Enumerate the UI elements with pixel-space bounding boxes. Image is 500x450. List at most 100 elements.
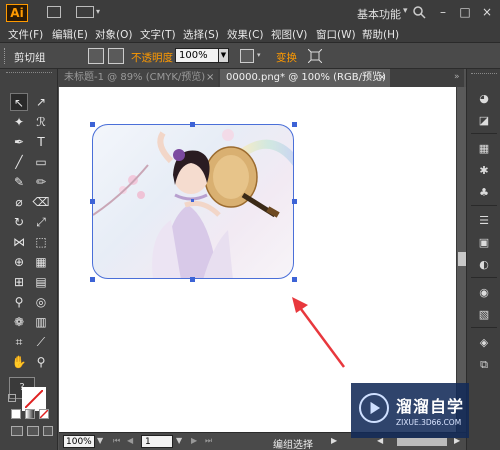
zoom-input[interactable]: 100%: [63, 435, 95, 448]
bounding-handle[interactable]: [90, 122, 95, 127]
maximize-button[interactable]: □: [454, 2, 476, 22]
screen-mode-icon[interactable]: [43, 426, 53, 436]
panel-grip-icon[interactable]: [471, 73, 497, 76]
brushes-panel-icon[interactable]: ✱: [475, 163, 493, 179]
bounding-handle[interactable]: [90, 199, 95, 204]
default-colors-icon[interactable]: [8, 394, 16, 402]
scale-tool-icon[interactable]: ⤢: [32, 213, 50, 231]
column-graph-tool-icon[interactable]: ▥: [32, 313, 50, 331]
opacity-label[interactable]: 不透明度: [131, 50, 173, 65]
last-artboard-icon[interactable]: ⏭: [205, 436, 212, 446]
gradient-tool-icon[interactable]: ▤: [32, 273, 50, 291]
menu-effect[interactable]: 效果(C): [227, 27, 264, 42]
width-tool-icon[interactable]: ⋈: [10, 233, 28, 251]
mesh-tool-icon[interactable]: ⊞: [10, 273, 28, 291]
status-menu-arrow-icon[interactable]: ▶: [331, 436, 337, 445]
line-tool-icon[interactable]: ╱: [10, 153, 28, 171]
free-transform-tool-icon[interactable]: ⬚: [32, 233, 50, 251]
lasso-tool-icon[interactable]: ℛ: [32, 113, 50, 131]
chevron-down-icon[interactable]: ▾: [257, 51, 261, 59]
close-icon[interactable]: ×: [378, 69, 386, 87]
symbol-sprayer-tool-icon[interactable]: ❁: [10, 313, 28, 331]
shape-builder-tool-icon[interactable]: ⊕: [10, 253, 28, 271]
close-button[interactable]: ×: [476, 2, 498, 22]
color-panel-icon[interactable]: ◕: [475, 91, 493, 107]
chevron-down-icon[interactable]: ▼: [176, 436, 182, 445]
perspective-grid-tool-icon[interactable]: ▦: [32, 253, 50, 271]
appearance-panel-icon[interactable]: ◉: [475, 285, 493, 301]
hand-tool-icon[interactable]: ✋: [10, 353, 28, 371]
slice-tool-icon[interactable]: ⟋: [32, 333, 50, 351]
stroke-color-swatch[interactable]: [22, 387, 46, 411]
gradient-mode-icon[interactable]: [25, 409, 35, 419]
eraser-tool-icon[interactable]: ⌫: [32, 193, 50, 211]
blend-tool-icon[interactable]: ◎: [32, 293, 50, 311]
workspace-switcher[interactable]: 基本功能: [357, 6, 401, 22]
menu-help[interactable]: 帮助(H): [362, 27, 399, 42]
edit-contents-icon[interactable]: [108, 48, 124, 64]
rotate-tool-icon[interactable]: ↻: [10, 213, 28, 231]
previous-artboard-icon[interactable]: ◀: [127, 436, 133, 445]
artboard-tool-icon[interactable]: ⌗: [10, 333, 28, 351]
menu-edit[interactable]: 编辑(E): [52, 27, 88, 42]
paintbrush-tool-icon[interactable]: ✎: [10, 173, 28, 191]
transform-link[interactable]: 变换: [276, 50, 297, 65]
draw-normal-icon[interactable]: [11, 426, 23, 436]
gradient-panel-icon[interactable]: ▣: [475, 235, 493, 251]
edit-clipping-path-icon[interactable]: [88, 48, 104, 64]
vertical-scrollbar[interactable]: [456, 87, 466, 432]
first-artboard-icon[interactable]: ⏮: [113, 436, 120, 446]
blob-brush-tool-icon[interactable]: ⌀: [10, 193, 28, 211]
color-mode-icon[interactable]: [11, 409, 21, 419]
menu-select[interactable]: 选择(S): [183, 27, 219, 42]
stroke-panel-icon[interactable]: ☰: [475, 213, 493, 229]
zoom-tool-icon[interactable]: ⚲: [32, 353, 50, 371]
close-icon[interactable]: ×: [206, 69, 214, 87]
eyedropper-tool-icon[interactable]: ⚲: [10, 293, 28, 311]
isolate-group-icon[interactable]: [308, 49, 322, 63]
bounding-handle[interactable]: [190, 122, 195, 127]
menu-type[interactable]: 文字(T): [140, 27, 176, 42]
bounding-handle[interactable]: [292, 277, 297, 282]
swatches-panel-icon[interactable]: ▦: [475, 141, 493, 157]
menu-file[interactable]: 文件(F): [8, 27, 43, 42]
search-icon[interactable]: [412, 4, 426, 20]
tab-untitled-1[interactable]: 未标题-1 @ 89% (CMYK/预览): [58, 69, 218, 87]
tab-00000-png[interactable]: 00000.png* @ 100% (RGB/预览): [220, 69, 390, 87]
pen-tool-icon[interactable]: ✒: [10, 133, 28, 151]
next-artboard-icon[interactable]: ▶: [191, 436, 197, 445]
bounding-handle[interactable]: [90, 277, 95, 282]
artboard-number-input[interactable]: 1: [141, 435, 173, 448]
rectangle-tool-icon[interactable]: ▭: [32, 153, 50, 171]
magic-wand-tool-icon[interactable]: ✦: [10, 113, 28, 131]
menu-window[interactable]: 窗口(W): [316, 27, 356, 42]
panel-grip-icon[interactable]: [4, 48, 8, 64]
bounding-handle[interactable]: [292, 199, 297, 204]
artboards-panel-icon[interactable]: ⧉: [475, 357, 493, 373]
horizontal-scroll-thumb[interactable]: [397, 438, 447, 446]
opacity-input[interactable]: 100%: [175, 48, 219, 63]
transparency-panel-icon[interactable]: ◐: [475, 257, 493, 273]
bounding-handle[interactable]: [190, 277, 195, 282]
minimize-button[interactable]: –: [432, 2, 454, 22]
tab-overflow-icon[interactable]: »: [454, 72, 460, 82]
layers-panel-icon[interactable]: ◈: [475, 335, 493, 351]
type-tool-icon[interactable]: T: [32, 133, 50, 151]
status-tool-text[interactable]: 编组选择: [273, 436, 313, 450]
arrange-documents-icon[interactable]: [76, 6, 94, 18]
bridge-icon[interactable]: [47, 6, 61, 18]
draw-behind-icon[interactable]: [27, 426, 39, 436]
direct-selection-tool-icon[interactable]: ↗: [32, 93, 50, 111]
menu-object[interactable]: 对象(O): [95, 27, 132, 42]
menu-view[interactable]: 视图(V): [271, 27, 307, 42]
recolor-artwork-icon[interactable]: [240, 49, 254, 63]
none-mode-icon[interactable]: [39, 409, 49, 419]
panel-grip-icon[interactable]: [6, 72, 52, 75]
chevron-down-icon[interactable]: ▼: [97, 436, 103, 445]
bounding-handle[interactable]: [292, 122, 297, 127]
selection-tool-icon[interactable]: ↖: [10, 93, 28, 111]
pencil-tool-icon[interactable]: ✏: [32, 173, 50, 191]
scroll-thumb[interactable]: [458, 252, 466, 266]
symbols-panel-icon[interactable]: ♣: [475, 185, 493, 201]
chevron-down-icon[interactable]: ▾: [403, 6, 408, 16]
